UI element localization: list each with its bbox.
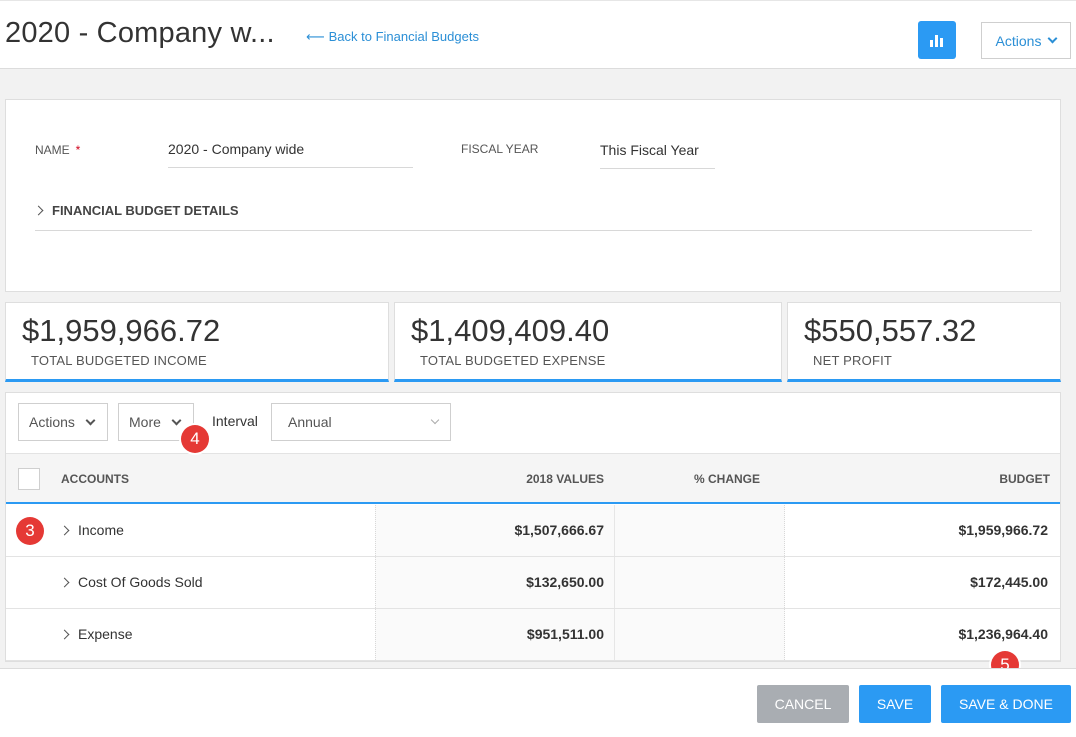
table-header: ACCOUNTS 2018 VALUES % CHANGE BUDGET: [6, 453, 1060, 504]
chevron-down-icon: [85, 415, 96, 425]
interval-value: Annual: [288, 414, 332, 430]
column-accounts[interactable]: ACCOUNTS: [61, 472, 129, 486]
row-budget-value[interactable]: $172,445.00: [970, 574, 1048, 590]
table-row-cost-of-goods-sold[interactable]: Cost Of Goods Sold $132,650.00 $172,445.…: [6, 557, 1060, 609]
row-2018-value: $951,511.00: [526, 626, 604, 642]
row-name[interactable]: Income: [59, 522, 124, 538]
chevron-right-icon: [59, 525, 70, 536]
total-budgeted-income-card: $1,959,966.72 TOTAL BUDGETED INCOME: [5, 302, 389, 382]
page-title: 2020 - Company w...: [5, 17, 275, 49]
row-name-text: Expense: [78, 626, 133, 642]
grid-actions-dropdown[interactable]: Actions: [18, 403, 108, 441]
fiscal-year-field[interactable]: This Fiscal Year: [600, 142, 715, 169]
more-label: More: [129, 414, 161, 430]
interval-label: Interval: [212, 413, 258, 429]
total-income-caption: TOTAL BUDGETED INCOME: [31, 353, 207, 368]
footer-bar: CANCEL SAVE SAVE & DONE: [0, 668, 1076, 737]
total-expense-caption: TOTAL BUDGETED EXPENSE: [420, 353, 606, 368]
table-row-expense[interactable]: Expense $951,511.00 $1,236,964.40: [6, 609, 1060, 661]
name-field[interactable]: 2020 - Company wide: [168, 141, 413, 168]
cancel-button[interactable]: CANCEL: [757, 685, 849, 723]
chevron-down-icon: [1048, 33, 1058, 44]
chevron-down-icon: [430, 415, 440, 425]
step-badge-3: 3: [16, 517, 44, 545]
net-profit-caption: NET PROFIT: [813, 353, 893, 368]
total-expense-amount: $1,409,409.40: [411, 313, 610, 348]
required-mark: *: [75, 143, 81, 157]
back-to-financial-budgets-link[interactable]: ⟵ Back to Financial Budgets: [306, 29, 479, 45]
row-name-text: Cost Of Goods Sold: [78, 574, 203, 590]
table-row-income[interactable]: Income $1,507,666.67 $1,959,966.72: [6, 505, 1060, 557]
chevron-down-icon: [171, 415, 182, 425]
fiscal-year-label: FISCAL YEAR: [461, 142, 539, 156]
column-divider: [614, 557, 615, 608]
net-profit-card: $550,557.32 NET PROFIT: [787, 302, 1061, 382]
grid-actions-label: Actions: [29, 414, 75, 430]
row-name[interactable]: Cost Of Goods Sold: [59, 574, 203, 590]
interval-select[interactable]: Annual: [271, 403, 451, 441]
back-link-label: Back to Financial Budgets: [328, 29, 479, 44]
net-profit-amount: $550,557.32: [804, 313, 977, 348]
total-budgeted-expense-card: $1,409,409.40 TOTAL BUDGETED EXPENSE: [394, 302, 782, 382]
column-divider: [614, 609, 615, 660]
row-name-text: Income: [78, 522, 124, 538]
row-budget-value[interactable]: $1,236,964.40: [958, 626, 1048, 642]
chevron-right-icon: [59, 577, 70, 588]
column-budget[interactable]: BUDGET: [999, 472, 1050, 486]
chevron-right-icon: [33, 205, 44, 216]
step-badge-4: 4: [181, 425, 209, 453]
name-label-text: NAME: [35, 143, 70, 157]
name-label: NAME *: [35, 143, 80, 157]
save-button[interactable]: SAVE: [859, 685, 931, 723]
bar-chart-icon: [930, 35, 943, 47]
header-actions-label: Actions: [995, 32, 1042, 49]
select-all-checkbox[interactable]: [18, 468, 40, 490]
top-bar: 2020 - Company w... ⟵ Back to Financial B…: [0, 0, 1076, 69]
budget-form-panel: NAME * 2020 - Company wide FISCAL YEAR Th…: [5, 99, 1061, 292]
arrow-left-icon: ⟵: [306, 29, 325, 44]
row-2018-value: $132,650.00: [526, 574, 604, 590]
header-actions-dropdown[interactable]: Actions: [981, 22, 1071, 59]
row-2018-value: $1,507,666.67: [514, 522, 604, 538]
save-and-done-button[interactable]: SAVE & DONE: [941, 685, 1071, 723]
details-label: FINANCIAL BUDGET DETAILS: [52, 203, 239, 218]
chart-view-button[interactable]: [918, 21, 956, 59]
total-income-amount: $1,959,966.72: [22, 313, 221, 348]
financial-budget-details-toggle[interactable]: FINANCIAL BUDGET DETAILS: [33, 203, 1032, 231]
row-name[interactable]: Expense: [59, 626, 133, 642]
column-pct-change[interactable]: % CHANGE: [694, 472, 760, 486]
chevron-right-icon: [59, 629, 70, 640]
row-budget-value[interactable]: $1,959,966.72: [958, 522, 1048, 538]
column-2018-values[interactable]: 2018 VALUES: [526, 472, 604, 486]
budget-grid-panel: Actions More Interval Annual ACCOUNTS 20…: [5, 392, 1061, 662]
column-divider: [614, 505, 615, 556]
